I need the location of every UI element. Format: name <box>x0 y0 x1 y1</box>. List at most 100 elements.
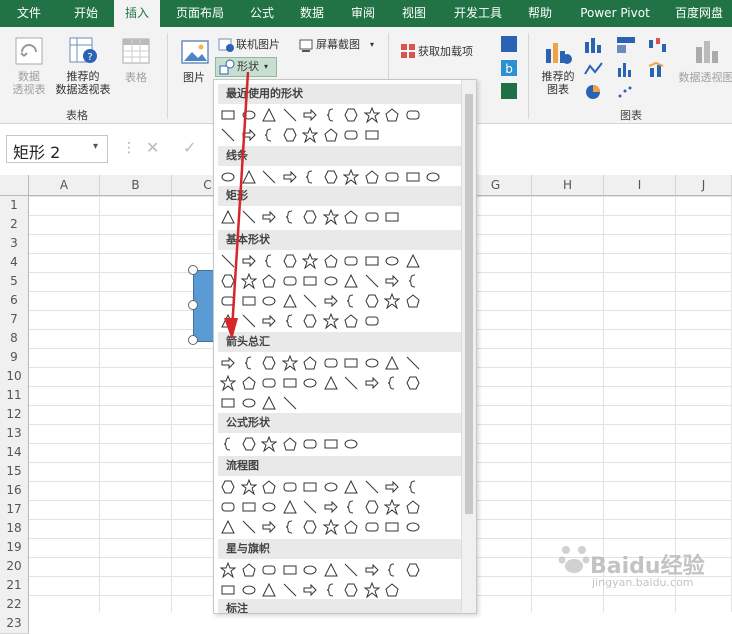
row-header[interactable]: 20 <box>0 557 29 577</box>
shape-basic-icon[interactable] <box>241 293 257 309</box>
shape-basic-icon[interactable] <box>384 273 400 289</box>
shape-basic-icon[interactable] <box>302 313 318 329</box>
shape-flowchart-icon[interactable] <box>220 499 236 515</box>
tab-developer[interactable]: 开发工具 <box>440 0 516 27</box>
online-picture-label[interactable]: 联机图片 <box>236 38 280 51</box>
shape-recent-icon[interactable] <box>323 107 339 123</box>
shape-basic-icon[interactable] <box>220 293 236 309</box>
shape-line-icon[interactable] <box>220 169 236 185</box>
shape-arrow-icon[interactable] <box>281 355 298 371</box>
shape-star-icon[interactable] <box>241 562 257 578</box>
shape-arrow-icon[interactable] <box>384 355 400 371</box>
shape-line-icon[interactable] <box>282 169 298 185</box>
shape-basic-icon[interactable] <box>282 313 298 329</box>
shape-basic-icon[interactable] <box>282 253 298 269</box>
row-header[interactable]: 21 <box>0 576 29 596</box>
shape-basic-icon[interactable] <box>220 313 236 329</box>
shape-flowchart-icon[interactable] <box>302 519 318 535</box>
shape-basic-icon[interactable] <box>343 293 359 309</box>
bing-icon[interactable]: b <box>500 59 518 77</box>
shape-flowchart-icon[interactable] <box>220 479 236 495</box>
shape-recent-icon[interactable] <box>302 127 318 143</box>
shape-flowchart-icon[interactable] <box>241 499 257 515</box>
shape-star-icon[interactable] <box>343 562 359 578</box>
shape-basic-icon[interactable] <box>323 293 339 309</box>
shape-arrow-icon[interactable] <box>220 355 236 371</box>
shape-rectangle-icon[interactable] <box>384 209 400 225</box>
shape-basic-icon[interactable] <box>302 253 318 269</box>
tab-insert[interactable]: 插入 <box>114 0 160 29</box>
line-chart-icon[interactable] <box>584 60 604 78</box>
resize-handle[interactable] <box>188 300 198 310</box>
shape-star-icon[interactable] <box>282 582 298 598</box>
shape-rectangle-icon[interactable] <box>302 209 318 225</box>
shape-flowchart-icon[interactable] <box>384 519 400 535</box>
recommended-pivot-label[interactable]: 推荐的 数据透视表 <box>50 70 116 96</box>
shape-rectangle-icon[interactable] <box>282 209 298 225</box>
shape-arrow-icon[interactable] <box>323 355 339 371</box>
scatter-chart-icon[interactable] <box>616 83 636 101</box>
row-header[interactable]: 13 <box>0 424 29 444</box>
shape-basic-icon[interactable] <box>364 253 380 269</box>
statistic-chart-icon[interactable] <box>616 60 636 78</box>
shape-star-icon[interactable] <box>323 562 339 578</box>
shape-recent-icon[interactable] <box>282 127 298 143</box>
pivot-table-label[interactable]: 数据 透视表 <box>4 70 54 96</box>
shape-basic-icon[interactable] <box>343 253 359 269</box>
shape-rectangle-icon[interactable] <box>343 209 359 225</box>
shape-flowchart-icon[interactable] <box>384 479 400 495</box>
row-header[interactable]: 4 <box>0 253 29 273</box>
select-all-corner[interactable] <box>0 175 29 196</box>
shape-line-icon[interactable] <box>241 169 257 185</box>
shape-arrow-icon[interactable] <box>261 355 277 371</box>
shape-star-icon[interactable] <box>302 562 318 578</box>
shape-equation-icon[interactable] <box>282 436 298 452</box>
shape-flowchart-icon[interactable] <box>364 499 380 515</box>
row-header[interactable]: 11 <box>0 386 29 406</box>
shape-basic-icon[interactable] <box>241 313 257 329</box>
get-addins-label[interactable]: 获取加载项 <box>418 45 473 58</box>
shape-basic-icon[interactable] <box>384 253 400 269</box>
shape-flowchart-icon[interactable] <box>405 499 421 515</box>
scrollbar-thumb[interactable] <box>465 94 473 514</box>
shape-flowchart-icon[interactable] <box>261 499 277 515</box>
shape-flowchart-icon[interactable] <box>322 519 339 535</box>
shape-star-icon[interactable] <box>220 582 236 598</box>
shape-rectangle-icon[interactable] <box>241 209 257 225</box>
tab-page-layout[interactable]: 页面布局 <box>163 0 237 27</box>
shape-flowchart-icon[interactable] <box>343 519 359 535</box>
shape-recent-icon[interactable] <box>363 107 380 123</box>
column-header[interactable]: I <box>604 175 676 196</box>
shape-basic-icon[interactable] <box>241 253 257 269</box>
shape-star-icon[interactable] <box>384 582 400 598</box>
tab-power-pivot[interactable]: Power Pivot <box>570 0 660 27</box>
shape-star-icon[interactable] <box>343 582 359 598</box>
shape-arrow-icon[interactable] <box>364 375 380 391</box>
shape-basic-icon[interactable] <box>282 293 298 309</box>
row-header[interactable]: 14 <box>0 443 29 463</box>
tab-view[interactable]: 视图 <box>391 0 437 27</box>
shape-arrow-icon[interactable] <box>405 375 421 391</box>
shape-arrow-icon[interactable] <box>241 395 257 411</box>
shape-line-icon[interactable] <box>405 169 421 185</box>
row-header[interactable]: 2 <box>0 215 29 235</box>
row-header[interactable]: 17 <box>0 500 29 520</box>
row-header[interactable]: 1 <box>0 196 29 216</box>
pivot-chart-label[interactable]: 数据透视图 <box>676 71 732 84</box>
row-header[interactable]: 9 <box>0 348 29 368</box>
shape-line-icon[interactable] <box>343 169 359 185</box>
shape-arrow-icon[interactable] <box>220 375 236 391</box>
shape-recent-icon[interactable] <box>343 107 359 123</box>
resize-handle[interactable] <box>188 265 198 275</box>
shape-line-icon[interactable] <box>364 169 380 185</box>
shape-flowchart-icon[interactable] <box>364 479 380 495</box>
row-header[interactable]: 7 <box>0 310 29 330</box>
shape-rectangle-icon[interactable] <box>261 209 277 225</box>
shape-equation-icon[interactable] <box>343 436 359 452</box>
shape-arrow-icon[interactable] <box>261 395 277 411</box>
table-label[interactable]: 表格 <box>118 71 154 84</box>
shape-recent-icon[interactable] <box>343 127 359 143</box>
column-chart-icon[interactable] <box>584 36 604 54</box>
name-box[interactable]: 矩形 2 ▾ <box>6 135 108 163</box>
shape-recent-icon[interactable] <box>282 107 298 123</box>
